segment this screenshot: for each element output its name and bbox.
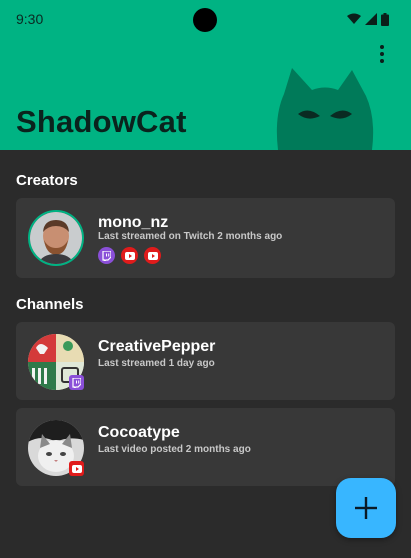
creator-photo xyxy=(30,212,82,264)
channel-name: CreativePepper xyxy=(98,338,216,355)
channel-subtitle: Last video posted 2 months ago xyxy=(98,444,251,455)
status-time: 9:30 xyxy=(16,11,44,27)
wifi-icon xyxy=(347,13,361,24)
channel-card-creativepepper[interactable]: CreativePepper Last streamed 1 day ago xyxy=(16,322,395,400)
cat-icon xyxy=(276,68,374,150)
camera-cutout xyxy=(193,8,217,32)
platform-list xyxy=(98,247,161,264)
more-vert-icon[interactable] xyxy=(371,42,393,66)
plus-icon xyxy=(355,497,377,519)
twitch-icon xyxy=(98,247,115,264)
creator-card-mono-nz[interactable]: mono_nz Last streamed on Twitch 2 months… xyxy=(16,198,395,278)
status-icons xyxy=(347,12,389,26)
avatar xyxy=(28,420,84,476)
app-title: ShadowCat xyxy=(16,104,187,139)
signal-icon xyxy=(365,13,377,25)
avatar xyxy=(28,210,84,266)
avatar xyxy=(28,334,84,390)
twitch-icon xyxy=(69,375,84,390)
section-title-channels: Channels xyxy=(16,296,84,313)
section-title-creators: Creators xyxy=(16,172,78,189)
add-button[interactable] xyxy=(336,478,396,538)
app-header: 9:30 ShadowCat xyxy=(0,0,411,150)
channel-card-cocoatype[interactable]: Cocoatype Last video posted 2 months ago xyxy=(16,408,395,486)
creator-name: mono_nz xyxy=(98,214,169,231)
youtube-icon xyxy=(121,247,138,264)
creator-subtitle: Last streamed on Twitch 2 months ago xyxy=(98,231,283,242)
channel-subtitle: Last streamed 1 day ago xyxy=(98,358,215,369)
youtube-icon xyxy=(144,247,161,264)
youtube-icon xyxy=(69,461,84,476)
battery-icon xyxy=(381,12,389,26)
channel-name: Cocoatype xyxy=(98,424,180,441)
